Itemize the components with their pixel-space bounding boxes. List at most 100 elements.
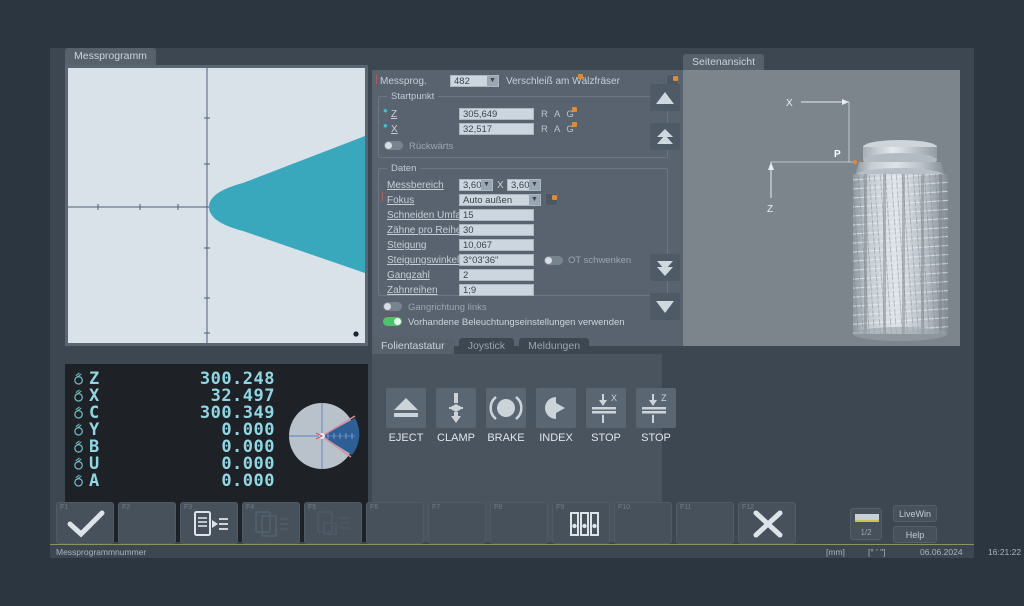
gangzahl-label: Gangzahl [387, 270, 430, 281]
axis-lock-icon [73, 423, 86, 436]
eject-button[interactable] [386, 388, 426, 428]
doc-list-icon [188, 509, 232, 539]
check-icon [64, 509, 108, 539]
side-view-panel[interactable]: X Z P [683, 70, 960, 346]
extra-button-status-dot [673, 76, 678, 81]
status-unit-length: [mm] [826, 547, 845, 557]
chevron-down-icon[interactable]: ▼ [529, 195, 540, 205]
startpunkt-z-input[interactable]: 305,649 [459, 108, 534, 120]
function-key-f12[interactable]: F12 [738, 502, 796, 544]
function-key-number: F2 [122, 504, 130, 511]
gangzahl-input[interactable]: 2 [459, 269, 534, 281]
steigungswinkel-label: Steigungswinkel [387, 255, 459, 266]
axis-lock-icon [73, 389, 86, 402]
zahnreihen-input[interactable]: 1;9 [459, 284, 534, 296]
function-key-f9[interactable]: F9 [552, 502, 610, 544]
startpunkt-z-status-dot [572, 107, 577, 112]
tab-folientastatur[interactable]: Folientastatur [372, 338, 454, 355]
function-key-f1[interactable]: F1 [56, 502, 114, 544]
zaehne-pro-reihe-input[interactable]: 30 [459, 224, 534, 236]
startpunkt-x-input[interactable]: 32,517 [459, 123, 534, 135]
beleuchtung-toggle[interactable] [383, 317, 402, 326]
schneiden-umfang-input[interactable]: 15 [459, 209, 534, 221]
axis-lock-icon [73, 440, 86, 453]
function-key-number: F11 [680, 504, 692, 511]
messprog-number-input[interactable]: 482 ▼ [450, 75, 499, 87]
messbereich-label: Messbereich [387, 180, 444, 191]
tab-seitenansicht[interactable]: Seitenansicht [683, 54, 764, 71]
steigung-input[interactable]: 10,067 [459, 239, 534, 251]
ot-schwenken-toggle[interactable] [544, 256, 563, 265]
index-button-label: INDEX [528, 432, 584, 444]
function-key-f7[interactable]: F7 [428, 502, 486, 544]
ot-schwenken-label: OT schwenken [568, 255, 631, 266]
eject-icon [386, 388, 426, 428]
startpunkt-z-rag: R A G [541, 109, 576, 120]
nav-down-button[interactable] [650, 293, 680, 320]
function-key-f6[interactable]: F6 [366, 502, 424, 544]
messbereich-x-value: 3,60 [463, 180, 482, 191]
tab-joystick[interactable]: Joystick [459, 338, 514, 355]
function-key-f4[interactable]: F4 [242, 502, 300, 544]
stop-x-icon: X [586, 388, 626, 428]
chevron-down-icon[interactable]: ▼ [529, 180, 540, 190]
gangrichtung-links-toggle[interactable] [383, 302, 402, 311]
brake-button[interactable] [486, 388, 526, 428]
status-bar: Messprogrammnummer [mm] [° ' "] 06.06.20… [50, 544, 974, 558]
page-indicator-button[interactable]: 1/2 [850, 508, 882, 540]
function-key-f11[interactable]: F11 [676, 502, 734, 544]
doc-save-icon [312, 509, 356, 539]
messbereich-separator: X [497, 180, 504, 191]
svg-text:Z: Z [661, 393, 667, 403]
stop-x-button[interactable]: X [586, 388, 626, 428]
function-key-f5[interactable]: F5 [304, 502, 362, 544]
messprog-title-status-dot [578, 74, 583, 79]
help-button[interactable]: Help [893, 526, 937, 543]
steigung-label: Steigung [387, 240, 426, 251]
rueckwaerts-toggle[interactable] [384, 141, 403, 150]
function-key-f3[interactable]: F3 [180, 502, 238, 544]
eject-button-label: EJECT [378, 432, 434, 444]
fokus-extra-button[interactable] [545, 193, 558, 206]
tools-icon [560, 509, 604, 539]
brake-button-label: BRAKE [478, 432, 534, 444]
double-triangle-down-icon [655, 259, 675, 277]
tab-messprogramm[interactable]: Messprogramm [65, 48, 156, 65]
index-icon [536, 388, 576, 428]
application-window: Messprogramm [50, 48, 974, 558]
chevron-down-icon[interactable]: ▼ [481, 180, 492, 190]
function-key-number: F7 [432, 504, 440, 511]
function-key-f2[interactable]: F2 [118, 502, 176, 544]
daten-group: Daten Messbereich 3,60 ▼ X 3,60 ▼ | Foku… [378, 168, 668, 296]
axis-lock-icon [73, 372, 86, 385]
profile-graph-canvas[interactable] [68, 68, 365, 343]
clamp-button[interactable] [436, 388, 476, 428]
tab-meldungen[interactable]: Meldungen [519, 338, 589, 355]
messbereich-y-select[interactable]: 3,60 ▼ [507, 179, 541, 191]
function-key-f10[interactable]: F10 [614, 502, 672, 544]
seitenansicht-tabstrip: Seitenansicht [683, 54, 766, 71]
nav-page-down-button[interactable] [650, 254, 680, 281]
axis-lock-icon [73, 457, 86, 470]
gangrichtung-links-label: Gangrichtung links [408, 302, 487, 313]
status-unit-angle: [° ' "] [868, 547, 886, 557]
sideview-axis-z-label: Z [767, 204, 773, 215]
stop-z-button[interactable]: Z [636, 388, 676, 428]
startpunkt-z-label: Z [391, 109, 397, 120]
function-key-number: F8 [494, 504, 502, 511]
index-button[interactable] [536, 388, 576, 428]
function-key-f8[interactable]: F8 [490, 502, 548, 544]
stop-z-icon: Z [636, 388, 676, 428]
steigungswinkel-input[interactable]: 3°03'36" [459, 254, 534, 266]
side-view-graphic: X Z P [683, 70, 960, 346]
chevron-down-icon[interactable]: ▼ [487, 76, 498, 86]
fokus-select[interactable]: Auto außen ▼ [459, 194, 541, 206]
angle-gauge[interactable] [283, 400, 361, 472]
nav-up-button[interactable] [650, 84, 680, 111]
triangle-down-icon [655, 299, 675, 315]
messbereich-x-select[interactable]: 3,60 ▼ [459, 179, 493, 191]
doc-copy-icon [250, 509, 294, 539]
function-key-number: F6 [370, 504, 378, 511]
livewin-button[interactable]: LiveWin [893, 505, 937, 522]
nav-page-up-button[interactable] [650, 123, 680, 150]
